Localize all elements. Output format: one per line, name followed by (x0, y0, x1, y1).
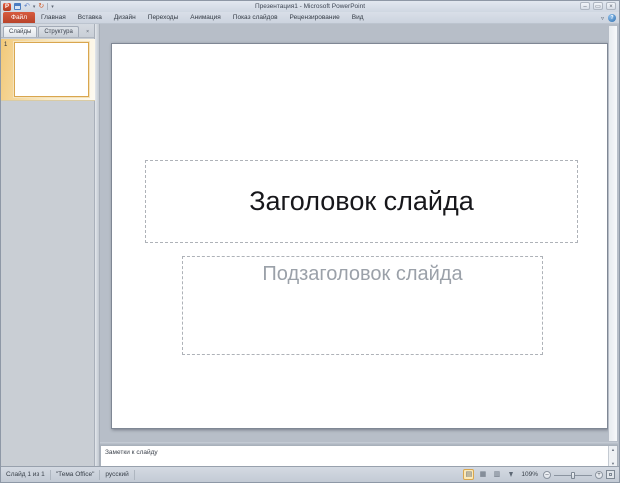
help-icon[interactable]: ? (608, 14, 616, 22)
tab-animations[interactable]: Анимация (184, 12, 227, 23)
qat-separator (47, 3, 49, 10)
tab-view[interactable]: Вид (346, 12, 370, 23)
notes-placeholder-text: Заметки к слайду (105, 449, 158, 456)
tab-home[interactable]: Главная (35, 12, 72, 23)
window-controls: – ▭ × (580, 2, 616, 10)
powerpoint-app-icon[interactable]: P (3, 2, 11, 11)
redo-icon[interactable]: ↻ (38, 3, 44, 10)
tab-design[interactable]: Дизайн (108, 12, 142, 23)
minimize-button[interactable]: – (580, 2, 590, 10)
zoom-slider-thumb[interactable] (571, 471, 575, 479)
powerpoint-window: P ↶ ▾ ↻ ▾ Презентация1 - Microsoft Power… (0, 0, 620, 483)
tab-transitions[interactable]: Переходы (142, 12, 185, 23)
tab-review[interactable]: Рецензирование (284, 12, 346, 23)
undo-icon[interactable]: ↶ (24, 3, 30, 10)
zoom-out-button[interactable]: – (543, 470, 551, 479)
zoom-slider[interactable] (554, 471, 592, 479)
window-title: Презентация1 - Microsoft PowerPoint (254, 3, 366, 10)
slideshow-icon (508, 472, 513, 477)
title-placeholder[interactable]: Заголовок слайда (145, 160, 578, 243)
fit-to-window-button[interactable] (606, 470, 615, 479)
slide-canvas[interactable]: Заголовок слайда Подзаголовок слайда (111, 43, 608, 429)
tab-slides[interactable]: Слайды (3, 26, 38, 37)
slide-thumbnail-row: 1 (1, 39, 95, 101)
scroll-up-icon[interactable]: ▲ (611, 447, 615, 452)
title-bar: P ↶ ▾ ↻ ▾ Презентация1 - Microsoft Power… (1, 1, 619, 12)
slideshow-button[interactable] (505, 469, 516, 480)
slides-pane: Слайды Структура × 1 (1, 24, 95, 468)
zoom-in-button[interactable]: + (595, 470, 603, 479)
restore-button[interactable]: ▭ (593, 2, 603, 10)
qat-customize-icon[interactable]: ▾ (51, 4, 54, 10)
subtitle-placeholder-text: Подзаголовок слайда (262, 263, 463, 285)
ribbon-right-controls: ▿ ? (601, 14, 616, 22)
ribbon-collapse-icon[interactable]: ▿ (601, 15, 604, 22)
vertical-scrollbar[interactable] (608, 25, 618, 442)
zoom-level[interactable]: 109% (519, 471, 540, 478)
slide-sorter-button[interactable]: ▦ (477, 469, 488, 480)
tab-insert[interactable]: Вставка (72, 12, 108, 23)
theme-indicator[interactable]: "Тема Office" (51, 469, 101, 480)
subtitle-placeholder[interactable]: Подзаголовок слайда (182, 256, 543, 355)
pane-close-icon[interactable]: × (83, 27, 92, 37)
tab-outline[interactable]: Структура (38, 26, 79, 37)
title-placeholder-text: Заголовок слайда (249, 186, 474, 216)
notes-pane[interactable]: Заметки к слайду ▲ ▼ (100, 445, 618, 468)
status-bar-right: ▤ ▦ ▥ 109% – + (463, 469, 619, 480)
pane-splitter[interactable] (95, 24, 100, 468)
status-bar: Слайд 1 из 1 "Тема Office" русский ▤ ▦ ▥… (1, 466, 619, 482)
close-button[interactable]: × (606, 2, 616, 10)
undo-dropdown-icon[interactable]: ▾ (33, 4, 36, 10)
slide-thumbnail-number: 1 (4, 42, 8, 48)
slide-thumbnail[interactable] (14, 42, 89, 97)
slide-indicator: Слайд 1 из 1 (1, 469, 51, 480)
tab-slideshow[interactable]: Показ слайдов (227, 12, 284, 23)
reading-view-button[interactable]: ▥ (491, 469, 502, 480)
tab-file[interactable]: Файл (3, 12, 35, 23)
pane-tabs: Слайды Структура × (1, 24, 94, 38)
normal-view-button[interactable]: ▤ (463, 469, 475, 480)
language-indicator[interactable]: русский (100, 469, 135, 480)
quick-access-toolbar: P ↶ ▾ ↻ ▾ (3, 2, 54, 11)
save-icon[interactable] (14, 3, 21, 10)
ribbon-tab-row: Файл Главная Вставка Дизайн Переходы Ани… (1, 12, 619, 24)
notes-scrollbar[interactable]: ▲ ▼ (608, 446, 617, 467)
